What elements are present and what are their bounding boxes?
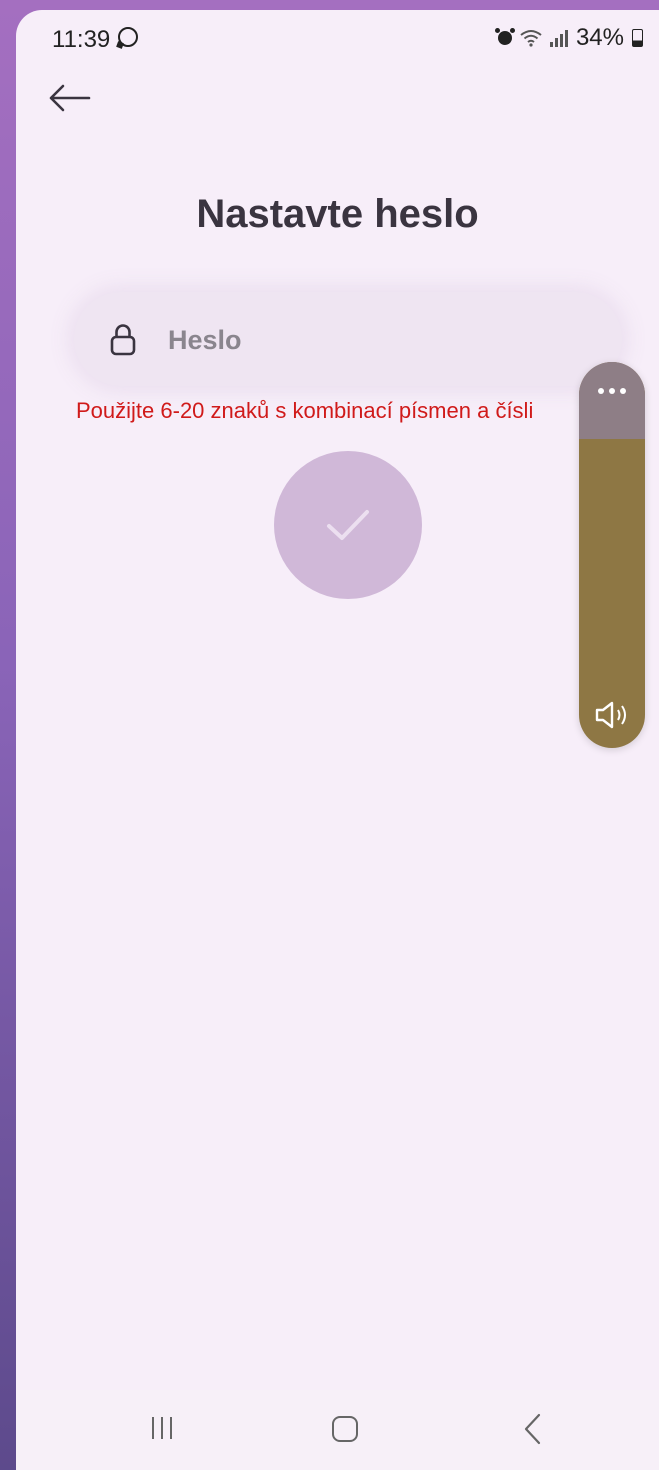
screen-frame: 11:39 34% Nastavte heslo Použijte 6-20 z… bbox=[0, 0, 659, 1470]
password-field[interactable] bbox=[74, 292, 622, 386]
more-horizontal-icon bbox=[598, 388, 604, 394]
more-options-button[interactable] bbox=[579, 376, 645, 406]
phone-screen: 11:39 34% Nastavte heslo Použijte 6-20 z… bbox=[16, 10, 659, 1470]
alarm-icon bbox=[494, 28, 515, 45]
status-time: 11:39 bbox=[52, 26, 111, 53]
lock-icon bbox=[110, 324, 136, 356]
back-button[interactable] bbox=[44, 76, 94, 120]
navigation-bar bbox=[16, 1390, 659, 1470]
recents-button[interactable] bbox=[142, 1404, 182, 1452]
whatsapp-icon bbox=[118, 27, 138, 47]
battery-icon bbox=[632, 29, 643, 47]
page-title: Nastavte heslo bbox=[196, 192, 479, 236]
battery-percent: 34% bbox=[575, 24, 624, 51]
password-input[interactable] bbox=[166, 316, 590, 364]
status-icons: 34% bbox=[494, 24, 643, 52]
recents-icon bbox=[152, 1417, 154, 1439]
nav-back-button[interactable] bbox=[518, 1410, 548, 1448]
status-bar: 11:39 34% bbox=[16, 10, 659, 66]
speaker-icon[interactable] bbox=[593, 698, 633, 732]
arrow-left-icon bbox=[49, 84, 91, 112]
home-button[interactable] bbox=[332, 1416, 358, 1442]
volume-panel[interactable] bbox=[579, 362, 645, 748]
wifi-icon bbox=[520, 29, 542, 47]
submit-button[interactable] bbox=[274, 451, 422, 599]
check-icon bbox=[327, 510, 369, 540]
signal-icon bbox=[549, 29, 568, 47]
password-hint: Použijte 6-20 znaků s kombinací písmen a… bbox=[76, 398, 534, 423]
